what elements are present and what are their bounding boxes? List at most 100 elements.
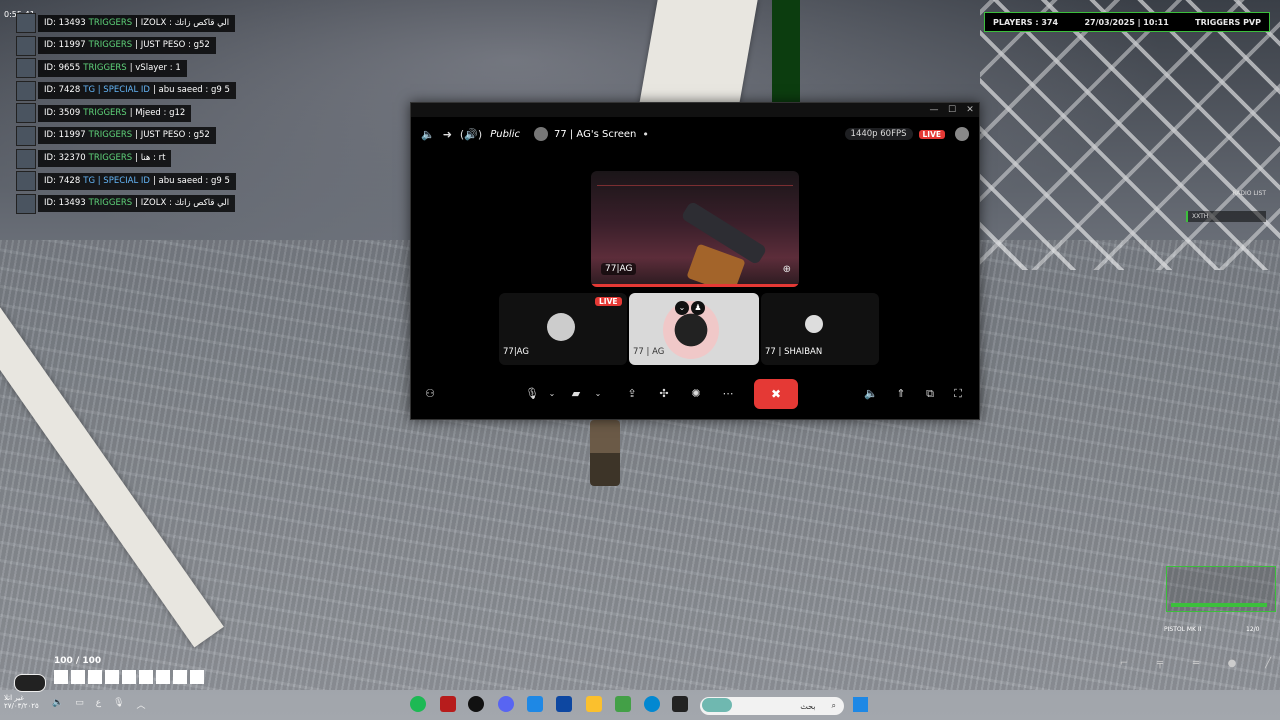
fullscreen-icon[interactable]: ⛶ bbox=[949, 385, 967, 403]
store-icon[interactable] bbox=[527, 696, 543, 712]
feed-extra: g52 bbox=[193, 130, 210, 141]
main-stream-preview[interactable]: 77|AG ⊕ bbox=[591, 171, 799, 287]
avatar bbox=[16, 35, 36, 56]
user-add-icon[interactable]: ♟ bbox=[691, 301, 705, 315]
feed-row: ID: 7428 TG | SPECIAL ID | abu saeed : g9 … bbox=[16, 171, 236, 192]
feed-tag: TRIGGERS bbox=[88, 198, 133, 209]
info-icon[interactable]: • bbox=[642, 128, 649, 141]
call-controls: ⚇ 🎙 ⌄ ▰ ⌄ ⇪ ✣ ✺ ⋯ ✖ 🔈 ⇑ ⧉ ⛶ bbox=[411, 379, 979, 411]
maximize-icon[interactable]: ☐ bbox=[943, 105, 961, 115]
feed-id: ID: 7428 bbox=[44, 85, 81, 96]
feed-row: ID: 9655 TRIGGERS | vSlayer : 1 bbox=[16, 58, 236, 79]
stream-title: 77 | AG's Screen bbox=[553, 128, 637, 140]
feed-row: ID: 13493 TRIGGERS | IZOLX : الي قاكص زاتك bbox=[16, 13, 236, 33]
feed-tag: TRIGGERS bbox=[88, 40, 133, 51]
chevron-down-icon[interactable]: ⌄ bbox=[675, 301, 689, 315]
search-highlight-art bbox=[702, 698, 732, 712]
feed-name: abu saeed bbox=[158, 175, 203, 186]
edge-icon[interactable] bbox=[644, 696, 660, 712]
avatar bbox=[16, 58, 36, 79]
feed-row: ID: 11997 TRIGGERS | JUST PESO : g52 bbox=[16, 35, 236, 56]
knife-slot-icon: ╱ bbox=[1264, 658, 1272, 669]
weapon-slots: ⌐ ╤ ═ ● ╱ bbox=[1110, 654, 1280, 674]
feed-id: ID: 11997 bbox=[44, 130, 86, 141]
weapon-ammo: 12/0 bbox=[1246, 626, 1260, 633]
popout-icon[interactable]: ⧉ bbox=[921, 385, 939, 403]
activities-icon[interactable]: ✣ bbox=[655, 385, 673, 403]
grenade-slot-icon: ● bbox=[1227, 658, 1237, 669]
participant-tile[interactable]: 77 | SHAIBAN bbox=[761, 293, 879, 365]
feed-extra: g12 bbox=[169, 107, 186, 118]
chevron-down-icon[interactable]: ⌄ bbox=[589, 385, 607, 403]
windows-start-icon[interactable] bbox=[853, 697, 868, 712]
hud-date-time: 27/03/2025 | 10:11 bbox=[1084, 17, 1169, 27]
terminal-icon[interactable] bbox=[672, 696, 688, 712]
avatar bbox=[16, 125, 36, 146]
feed-row: ID: 11997 TRIGGERS | JUST PESO : g52 bbox=[16, 125, 236, 146]
feed-name: JUST PESO bbox=[140, 130, 186, 141]
calculator-icon[interactable] bbox=[556, 696, 572, 712]
feed-id: ID: 7428 bbox=[44, 175, 81, 186]
feed-extra: g52 bbox=[193, 40, 210, 51]
radio-title: RADIO LIST bbox=[1232, 190, 1266, 197]
feed-name: IZOLX bbox=[140, 17, 167, 28]
feed-tag: TRIGGERS bbox=[88, 17, 133, 28]
screen-share-icon[interactable]: ⇪ bbox=[623, 385, 641, 403]
close-icon[interactable]: ✕ bbox=[961, 105, 979, 115]
speaker-icon[interactable]: 🔈 bbox=[862, 385, 880, 403]
more-icon[interactable]: ⋯ bbox=[719, 385, 737, 403]
weapon-name: PISTOL MK II bbox=[1164, 626, 1202, 633]
zoom-icon[interactable]: ⊕ bbox=[783, 264, 791, 275]
add-user-icon[interactable]: ⚇ bbox=[421, 385, 439, 403]
game-launcher-icon[interactable] bbox=[468, 696, 484, 712]
volume-icon[interactable]: 🔈 bbox=[421, 128, 435, 141]
screen-icon bbox=[547, 313, 575, 341]
ammo-bar bbox=[1171, 603, 1267, 607]
feed-extra: rt bbox=[158, 153, 166, 164]
feed-extra: 1 bbox=[175, 62, 181, 73]
feed-tag: TRIGGERS bbox=[83, 107, 127, 118]
feed-name: JUST PESO bbox=[140, 40, 186, 51]
radio-list: RADIO LIST XXTH bbox=[1186, 190, 1266, 226]
server-hud: PLAYERS : 374 27/03/2025 | 10:11 TRIGGER… bbox=[984, 12, 1270, 32]
participant-tile-selected[interactable]: ⌄ ♟ 77 | AG bbox=[629, 293, 759, 365]
feed-extra: الي قاكص زاتك bbox=[174, 17, 230, 28]
microphone-icon[interactable]: 🎙 bbox=[523, 385, 541, 403]
feed-id: ID: 3509 bbox=[44, 107, 81, 118]
feed-name: Mjeed bbox=[135, 107, 161, 118]
chevron-down-icon[interactable]: ⌄ bbox=[543, 385, 561, 403]
chrome-icon[interactable] bbox=[615, 696, 631, 712]
feed-tag: TRIGGERS bbox=[88, 153, 133, 164]
search-icon: ⌕ bbox=[831, 701, 836, 710]
taskbar bbox=[0, 690, 1280, 720]
feed-tag: TRIGGERS bbox=[88, 130, 133, 141]
health-text: 100 / 100 bbox=[54, 656, 102, 666]
feed-id: ID: 13493 bbox=[44, 17, 86, 28]
feed-name: abu saeed bbox=[158, 85, 203, 96]
spotify-icon[interactable] bbox=[410, 696, 426, 712]
privacy-label: Public bbox=[490, 128, 520, 140]
participant-tile[interactable]: LIVE 77|AG bbox=[499, 293, 627, 365]
camera-off-icon[interactable]: ▰ bbox=[567, 385, 585, 403]
window-titlebar: — ☐ ✕ bbox=[411, 103, 979, 117]
pin-icon[interactable]: ⇑ bbox=[892, 385, 910, 403]
arrow-right-icon[interactable]: ➜ bbox=[443, 128, 452, 141]
feed-name: هنا bbox=[140, 153, 151, 164]
truss-structure bbox=[980, 0, 1280, 270]
armor-bar bbox=[54, 670, 207, 684]
feed-extra: الي قاكص زاتك bbox=[174, 198, 230, 209]
discord-icon[interactable] bbox=[498, 696, 514, 712]
stream-game-hud bbox=[597, 175, 793, 186]
pdf-reader-icon[interactable] bbox=[440, 696, 456, 712]
avatar bbox=[16, 171, 36, 192]
soundboard-icon[interactable]: ✺ bbox=[687, 385, 705, 403]
minimize-icon[interactable]: — bbox=[925, 105, 943, 115]
feed-tag: TG | SPECIAL ID bbox=[83, 175, 150, 186]
radio-item: XXTH bbox=[1186, 211, 1266, 222]
server-name: TRIGGERS PVP bbox=[1195, 17, 1261, 27]
main-stream-label: 77|AG bbox=[601, 263, 637, 275]
chat-icon[interactable] bbox=[955, 127, 969, 141]
file-explorer-icon[interactable] bbox=[586, 696, 602, 712]
disconnect-button[interactable]: ✖ bbox=[754, 379, 798, 409]
quality-badge[interactable]: 1440p 60FPS bbox=[844, 128, 913, 140]
